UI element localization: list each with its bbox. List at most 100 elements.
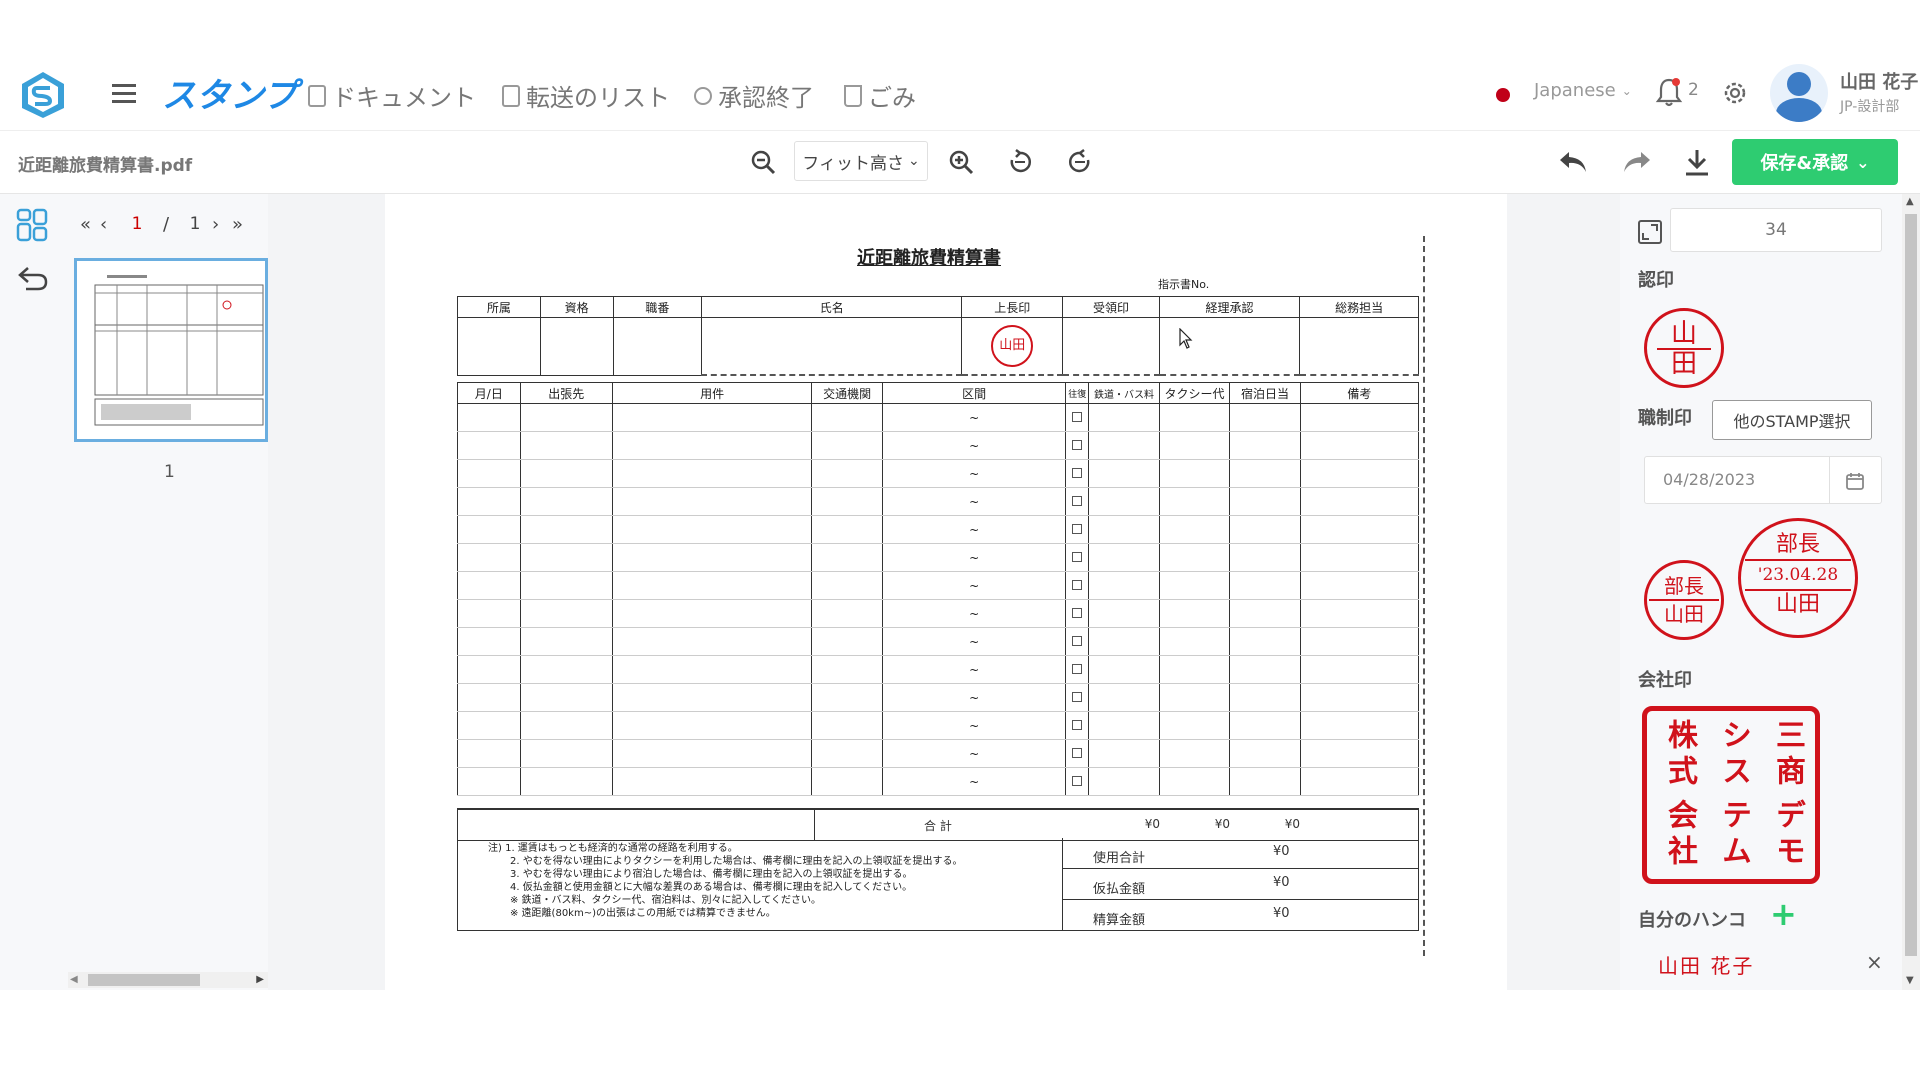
detail-cell[interactable] [457, 571, 521, 600]
detail-cell[interactable] [611, 627, 813, 656]
last-page-button[interactable]: » [232, 214, 252, 235]
detail-cell[interactable] [1088, 627, 1160, 656]
detail-cell[interactable] [1229, 767, 1301, 796]
detail-cell[interactable] [1065, 683, 1090, 712]
detail-cell[interactable]: ~ [881, 711, 1067, 740]
detail-cell[interactable] [1088, 655, 1160, 684]
expand-button[interactable] [1638, 220, 1662, 244]
rotate-right-button[interactable] [1059, 141, 1101, 183]
detail-cell[interactable] [457, 711, 521, 740]
round-trip-checkbox[interactable] [1072, 775, 1083, 786]
zoom-in-button[interactable] [940, 141, 982, 183]
detail-cell[interactable] [1158, 431, 1231, 460]
detail-cell[interactable]: ~ [881, 543, 1067, 572]
detail-cell[interactable] [611, 599, 813, 628]
next-page-button[interactable]: › [212, 214, 232, 235]
detail-cell[interactable] [1088, 459, 1160, 488]
detail-cell[interactable] [811, 571, 883, 600]
detail-cell[interactable] [611, 683, 813, 712]
detail-cell[interactable] [457, 431, 521, 460]
detail-cell[interactable] [457, 459, 521, 488]
other-stamp-button[interactable]: 他のSTAMP選択 [1712, 400, 1872, 440]
round-trip-checkbox[interactable] [1072, 495, 1083, 506]
nav-trash[interactable]: ごみ [844, 78, 916, 113]
detail-cell[interactable] [1088, 543, 1160, 572]
vertical-scrollbar[interactable]: ▲ ▼ [1902, 194, 1920, 990]
detail-cell[interactable] [457, 627, 521, 656]
header-cell-4[interactable]: 山田 [961, 317, 1064, 376]
detail-cell[interactable] [611, 487, 813, 516]
detail-cell[interactable] [1158, 627, 1231, 656]
detail-cell[interactable] [811, 627, 883, 656]
nav-transfer-list[interactable]: 転送のリスト [502, 78, 670, 113]
detail-cell[interactable] [1088, 683, 1160, 712]
detail-cell[interactable] [1088, 599, 1160, 628]
detail-cell[interactable] [1158, 571, 1231, 600]
detail-cell[interactable] [519, 487, 613, 516]
thumbnails-toggle[interactable] [16, 208, 50, 244]
detail-cell[interactable] [1088, 711, 1160, 740]
detail-cell[interactable]: ~ [881, 403, 1067, 432]
detail-cell[interactable]: ~ [881, 571, 1067, 600]
detail-cell[interactable] [611, 571, 813, 600]
detail-cell[interactable] [1229, 403, 1301, 432]
detail-cell[interactable] [519, 739, 613, 768]
detail-cell[interactable] [1229, 515, 1301, 544]
detail-cell[interactable] [1158, 515, 1231, 544]
detail-cell[interactable]: ~ [881, 515, 1067, 544]
round-trip-checkbox[interactable] [1072, 691, 1083, 702]
detail-cell[interactable]: ~ [881, 431, 1067, 460]
round-trip-checkbox[interactable] [1072, 719, 1083, 730]
round-trip-checkbox[interactable] [1072, 635, 1083, 646]
round-trip-checkbox[interactable] [1072, 467, 1083, 478]
detail-cell[interactable]: ~ [881, 739, 1067, 768]
detail-cell[interactable] [611, 767, 813, 796]
detail-cell[interactable] [611, 655, 813, 684]
detail-cell[interactable] [457, 403, 521, 432]
detail-cell[interactable] [811, 683, 883, 712]
detail-cell[interactable] [1229, 599, 1301, 628]
detail-cell[interactable] [611, 711, 813, 740]
detail-cell[interactable] [519, 431, 613, 460]
detail-cell[interactable] [1158, 459, 1231, 488]
nav-approved[interactable]: 承認終了 [694, 78, 814, 113]
detail-cell[interactable] [519, 543, 613, 572]
detail-cell[interactable] [1299, 599, 1420, 628]
detail-cell[interactable] [1299, 459, 1420, 488]
detail-cell[interactable] [519, 683, 613, 712]
detail-cell[interactable] [1158, 403, 1231, 432]
detail-cell[interactable] [1299, 515, 1420, 544]
detail-cell[interactable]: ~ [881, 599, 1067, 628]
detail-cell[interactable] [519, 767, 613, 796]
detail-cell[interactable] [1229, 627, 1301, 656]
round-trip-checkbox[interactable] [1072, 607, 1083, 618]
back-button[interactable] [16, 264, 50, 294]
position-stamp-small[interactable]: 部長 山田 [1644, 560, 1724, 640]
detail-cell[interactable]: ~ [881, 487, 1067, 516]
detail-cell[interactable] [1158, 683, 1231, 712]
detail-cell[interactable] [1158, 599, 1231, 628]
detail-cell[interactable] [611, 515, 813, 544]
detail-cell[interactable] [611, 739, 813, 768]
detail-cell[interactable] [1065, 599, 1090, 628]
detail-cell[interactable] [811, 403, 883, 432]
detail-cell[interactable] [457, 739, 521, 768]
detail-cell[interactable] [811, 515, 883, 544]
first-page-button[interactable]: « [80, 214, 100, 235]
header-cell-1[interactable] [539, 317, 614, 376]
header-cell-5[interactable] [1062, 317, 1160, 376]
detail-cell[interactable] [457, 543, 521, 572]
detail-cell[interactable] [1158, 655, 1231, 684]
detail-cell[interactable] [1299, 431, 1420, 460]
detail-cell[interactable] [457, 655, 521, 684]
detail-cell[interactable] [1229, 739, 1301, 768]
app-name[interactable]: スタンプ [162, 68, 297, 117]
detail-cell[interactable] [1158, 767, 1231, 796]
detail-cell[interactable] [811, 711, 883, 740]
detail-cell[interactable] [519, 711, 613, 740]
detail-cell[interactable] [1065, 459, 1090, 488]
detail-cell[interactable] [611, 459, 813, 488]
detail-cell[interactable] [1065, 487, 1090, 516]
detail-cell[interactable]: ~ [881, 459, 1067, 488]
detail-cell[interactable] [1299, 571, 1420, 600]
